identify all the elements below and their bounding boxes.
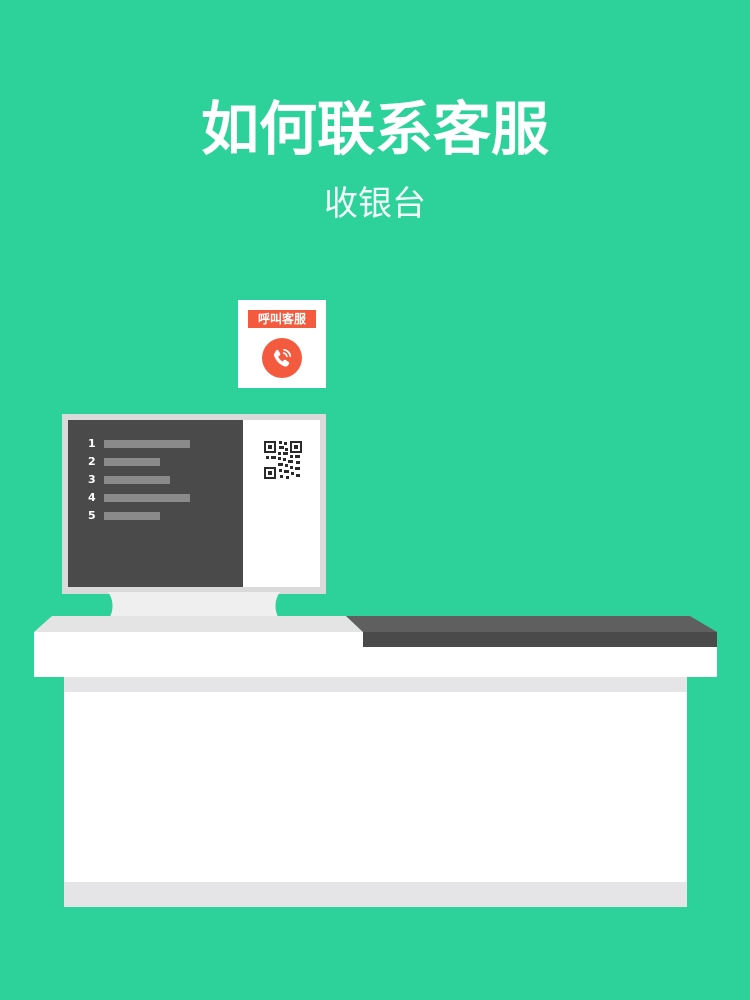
- screen-menu-panel: 1 2 3 4 5: [68, 420, 243, 587]
- screen-list-bar: [104, 476, 170, 484]
- phone-icon[interactable]: [262, 338, 302, 378]
- screen-list-number: 5: [88, 509, 96, 522]
- screen-list-item: 4: [68, 489, 243, 507]
- screen-list-number: 4: [88, 491, 96, 504]
- call-service-sign[interactable]: 呼叫客服: [238, 300, 326, 388]
- screen-list-bar: [104, 494, 190, 502]
- monitor-screen: 1 2 3 4 5: [68, 420, 320, 587]
- screen-list-bar: [104, 512, 160, 520]
- page-title: 如何联系客服: [200, 95, 549, 163]
- screen-list-bar: [104, 440, 190, 448]
- screen-list-item: 3: [68, 471, 243, 489]
- cashier-monitor: 1 2 3 4 5: [62, 414, 326, 594]
- screen-list-item: 1: [68, 435, 243, 453]
- screen-list-number: 2: [88, 455, 96, 468]
- call-service-label: 呼叫客服: [248, 310, 316, 328]
- screen-list-number: 3: [88, 473, 96, 486]
- monitor-stand: [108, 592, 280, 620]
- screen-list-bar: [104, 458, 160, 466]
- screen-list-item: 2: [68, 453, 243, 471]
- qr-code-icon: [263, 440, 303, 480]
- screen-list-item: 5: [68, 507, 243, 525]
- page-subtitle: 收银台: [324, 184, 426, 224]
- screen-list-number: 1: [88, 437, 96, 450]
